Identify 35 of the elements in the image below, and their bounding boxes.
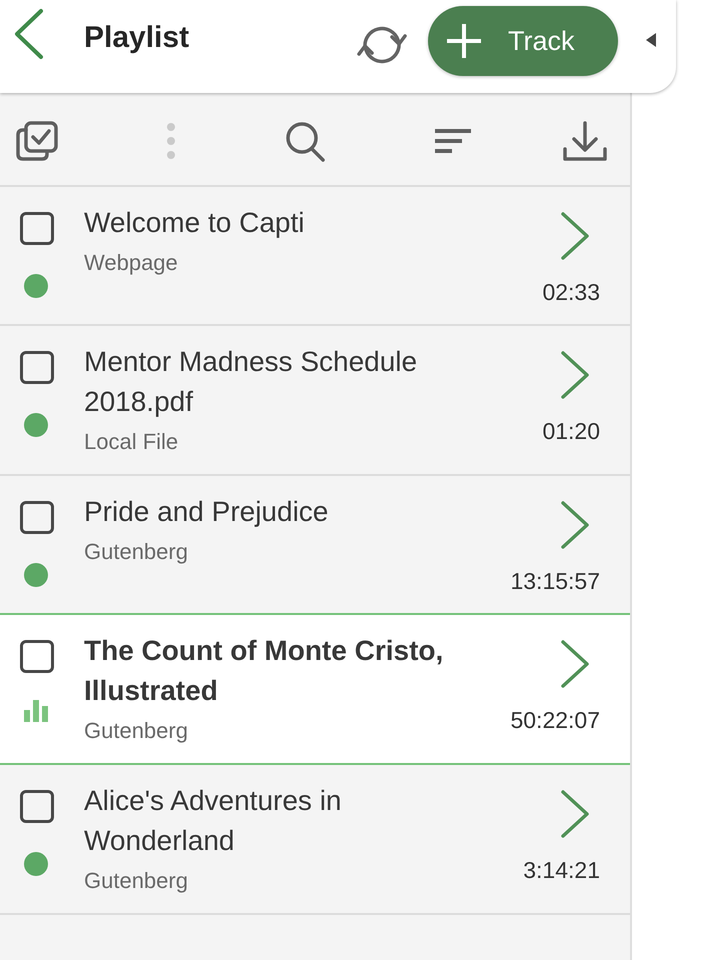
download-icon[interactable] xyxy=(563,121,607,161)
checkbox[interactable] xyxy=(20,212,54,245)
checkbox[interactable] xyxy=(20,501,54,534)
chevron-right-icon[interactable] xyxy=(560,211,590,261)
track-title: Pride and Prejudice xyxy=(84,495,330,529)
track-source: Gutenberg xyxy=(84,538,188,566)
checkbox[interactable] xyxy=(20,640,54,673)
caret-left-icon[interactable] xyxy=(646,33,656,47)
track-title: Alice's Adventures in Wonderland xyxy=(84,784,342,858)
track-title: The Count of Monte Cristo, Illustrated xyxy=(84,634,444,708)
add-track-button[interactable]: Track xyxy=(428,6,618,76)
track-duration: 3:14:21 xyxy=(523,857,600,883)
chevron-right-icon[interactable] xyxy=(560,350,590,400)
checkbox[interactable] xyxy=(20,351,54,384)
checkbox[interactable] xyxy=(20,790,54,823)
track-source: Gutenberg xyxy=(84,867,188,895)
chevron-right-icon[interactable] xyxy=(560,500,590,550)
track-source: Webpage xyxy=(84,249,178,277)
select-all-icon[interactable] xyxy=(16,121,58,161)
plus-icon xyxy=(447,24,481,58)
track-duration: 50:22:07 xyxy=(510,707,600,733)
track-title: Mentor Madness Schedule 2018.pdf xyxy=(84,345,418,419)
search-icon[interactable] xyxy=(285,120,325,162)
back-icon[interactable] xyxy=(14,8,44,60)
track-duration: 02:33 xyxy=(542,279,600,305)
track-duration: 01:20 xyxy=(542,418,600,444)
track-source: Gutenberg xyxy=(84,717,188,745)
page-title: Playlist xyxy=(84,20,190,56)
chevron-right-icon[interactable] xyxy=(560,639,590,689)
track-title: Welcome to Capti xyxy=(84,206,306,240)
track-row[interactable]: The Count of Monte Cristo, Illustrated Gutenberg 50:22:07 xyxy=(0,615,630,765)
sort-icon[interactable] xyxy=(435,129,471,153)
track-duration: 13:15:57 xyxy=(510,568,600,594)
chevron-right-icon[interactable] xyxy=(560,789,590,839)
track-source: Local File xyxy=(84,428,178,456)
